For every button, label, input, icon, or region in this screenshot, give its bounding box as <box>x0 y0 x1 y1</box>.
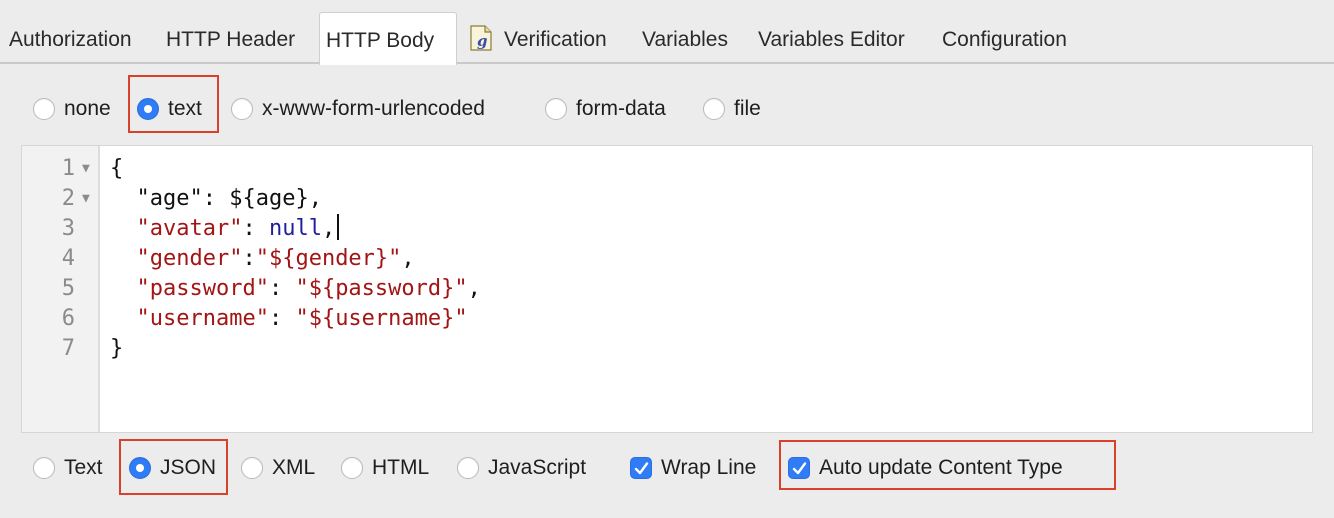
tab-http-body[interactable]: HTTP Body <box>319 12 457 65</box>
svg-text:g: g <box>477 32 488 50</box>
json-brace: { <box>110 156 124 181</box>
radio-button[interactable] <box>545 98 567 120</box>
json-sep: : <box>268 306 296 331</box>
gutter-row: 4 <box>22 244 100 274</box>
radio-label: none <box>64 97 111 120</box>
line-number: 5 <box>61 276 75 301</box>
checkbox-checked[interactable] <box>788 457 810 479</box>
radio-label: x-www-form-urlencoded <box>262 97 485 120</box>
radio-button-selected[interactable] <box>137 98 159 120</box>
body-type-form-data[interactable]: form-data <box>545 94 666 124</box>
radio-label: XML <box>272 456 316 479</box>
gutter-row: 1 ▼ <box>22 154 100 184</box>
code-line: "password": "${password}", <box>110 274 481 304</box>
radio-button[interactable] <box>241 457 263 479</box>
code-line: "age": ${age}, <box>110 184 481 214</box>
code-line: "avatar": null, <box>110 214 481 244</box>
checkbox-label: Auto update Content Type <box>819 456 1063 479</box>
code-line: "username": "${username}" <box>110 304 481 334</box>
line-number: 6 <box>61 306 75 331</box>
radio-button[interactable] <box>703 98 725 120</box>
json-sep: : <box>202 186 230 211</box>
code-line: { <box>110 154 481 184</box>
radio-label: JSON <box>160 456 217 479</box>
json-key: "age" <box>136 186 203 211</box>
code-line: "gender":"${gender}", <box>110 244 481 274</box>
gutter-row: 3 <box>22 214 100 244</box>
radio-label: file <box>734 97 761 120</box>
tab-verification[interactable]: Verification <box>504 12 607 64</box>
fold-triangle-icon[interactable]: ▼ <box>82 154 90 184</box>
radio-button[interactable] <box>341 457 363 479</box>
gutter-row: 5 <box>22 274 100 304</box>
radio-button-selected[interactable] <box>129 457 151 479</box>
json-value: null <box>268 216 322 241</box>
checkbox-label: Wrap Line <box>661 456 757 479</box>
radio-button[interactable] <box>33 457 55 479</box>
json-key: "username" <box>136 306 269 331</box>
format-xml[interactable]: XML <box>241 453 315 483</box>
line-number: 1 <box>61 156 75 181</box>
json-value: "${gender}" <box>255 246 402 271</box>
json-sep: : <box>242 216 269 241</box>
json-brace: } <box>110 336 124 361</box>
json-comma: , <box>401 246 415 271</box>
radio-label: Text <box>64 456 103 479</box>
gutter-row: 2 ▼ <box>22 184 100 214</box>
format-javascript[interactable]: JavaScript <box>457 453 586 483</box>
wrap-line-checkbox[interactable]: Wrap Line <box>630 453 756 483</box>
auto-update-content-type-checkbox[interactable]: Auto update Content Type <box>788 453 1063 483</box>
json-key: "avatar" <box>136 216 243 241</box>
line-number: 7 <box>61 336 75 361</box>
radio-label: HTML <box>372 456 430 479</box>
body-type-none[interactable]: none <box>33 94 111 124</box>
json-comma: , <box>321 216 336 241</box>
checkmark-icon <box>634 462 649 475</box>
radio-label: text <box>168 97 202 120</box>
json-sep: : <box>242 246 256 271</box>
fold-triangle-icon[interactable]: ▼ <box>82 184 90 214</box>
code-line: } <box>110 334 481 364</box>
radio-button[interactable] <box>33 98 55 120</box>
tab-configuration[interactable]: Configuration <box>942 12 1067 64</box>
json-value: "${username}" <box>295 306 468 331</box>
body-type-file[interactable]: file <box>703 94 761 124</box>
tab-variables-editor[interactable]: Variables Editor <box>758 12 905 64</box>
radio-label: form-data <box>576 97 666 120</box>
tab-variables[interactable]: Variables <box>642 12 728 64</box>
json-key: "password" <box>136 276 269 301</box>
json-comma: , <box>308 186 322 211</box>
json-value: ${age} <box>229 186 309 211</box>
radio-button[interactable] <box>457 457 479 479</box>
tab-bar: Authorization HTTP Header HTTP Body g Ve… <box>0 0 1334 65</box>
gutter-row: 7 <box>22 334 100 364</box>
format-html[interactable]: HTML <box>341 453 429 483</box>
json-comma: , <box>467 276 481 301</box>
line-number: 2 <box>61 186 75 211</box>
json-sep: : <box>268 276 296 301</box>
line-number: 3 <box>61 216 75 241</box>
body-type-text[interactable]: text <box>137 94 202 124</box>
radio-label: JavaScript <box>488 456 587 479</box>
groovy-script-icon: g <box>470 25 492 51</box>
json-value: "${password}" <box>295 276 468 301</box>
code-editor[interactable]: 1 ▼ 2 ▼ 3 4 5 6 7 { "age": ${age}, "avat… <box>21 145 1313 433</box>
tab-authorization[interactable]: Authorization <box>9 12 132 64</box>
format-json[interactable]: JSON <box>129 453 216 483</box>
checkmark-icon <box>792 462 807 475</box>
checkbox-checked[interactable] <box>630 457 652 479</box>
line-number: 4 <box>61 246 75 271</box>
format-text[interactable]: Text <box>33 453 103 483</box>
gutter-row: 6 <box>22 304 100 334</box>
json-key: "gender" <box>136 246 243 271</box>
text-caret <box>337 214 340 240</box>
radio-button[interactable] <box>231 98 253 120</box>
body-type-x-www-form-urlencoded[interactable]: x-www-form-urlencoded <box>231 94 485 124</box>
code-content[interactable]: { "age": ${age}, "avatar": null, "gender… <box>110 154 481 364</box>
line-number-gutter: 1 ▼ 2 ▼ 3 4 5 6 7 <box>22 146 100 432</box>
tab-http-header[interactable]: HTTP Header <box>166 12 295 64</box>
